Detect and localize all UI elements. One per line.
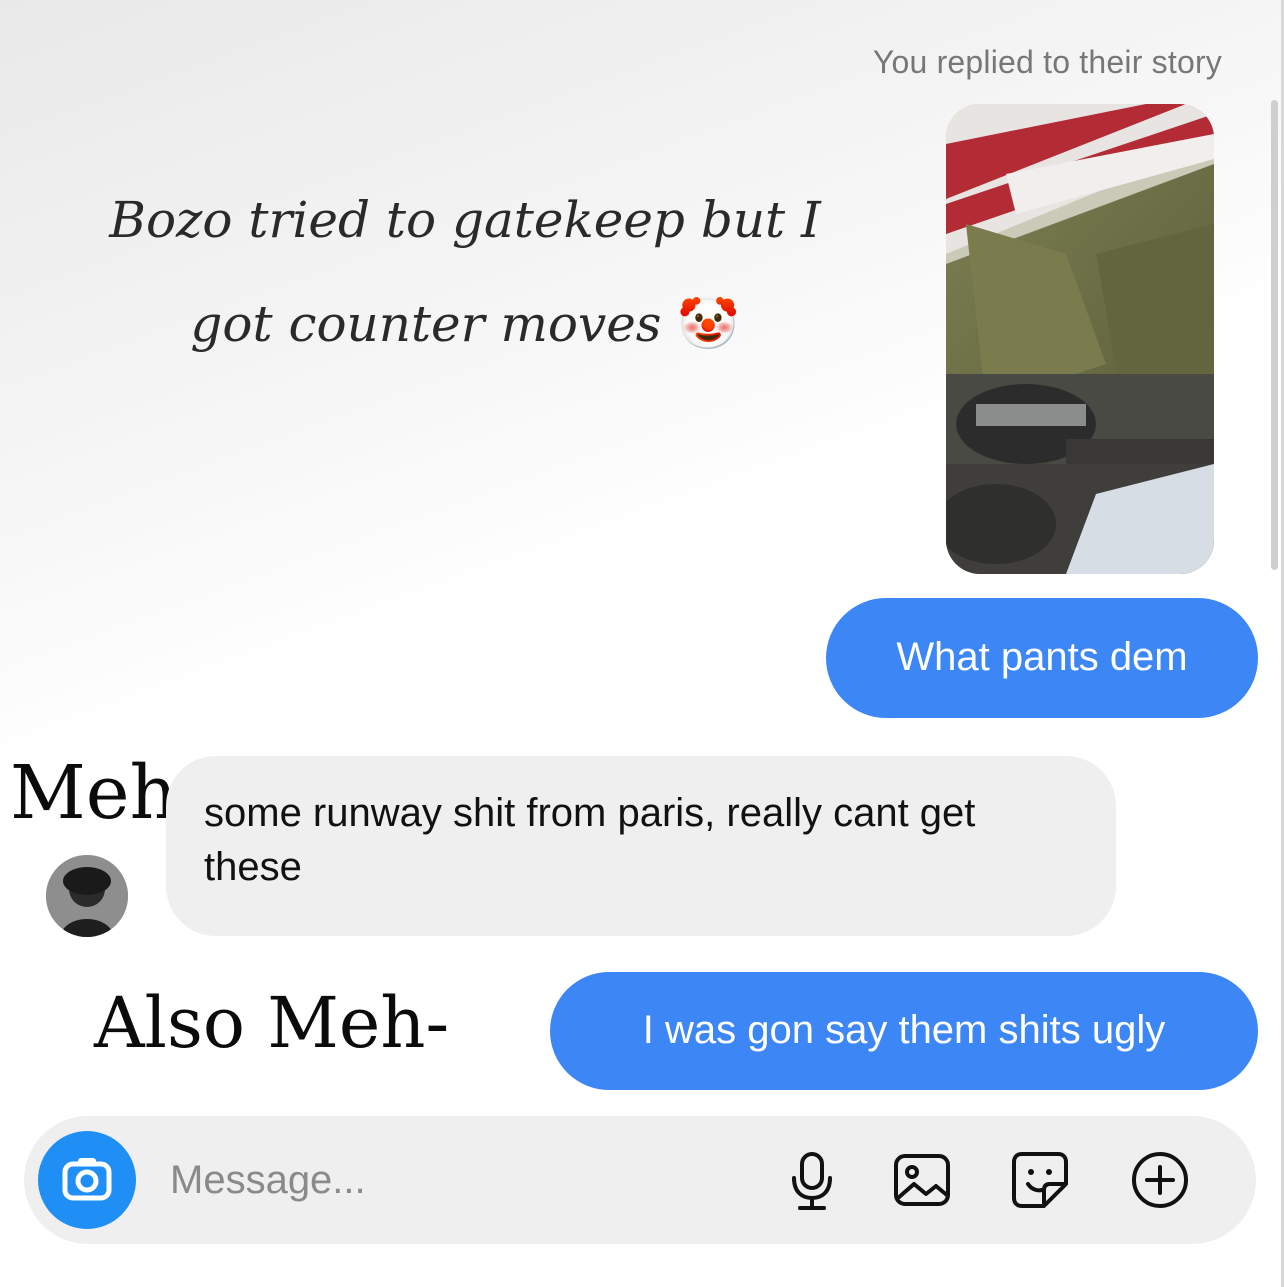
gallery-icon[interactable] [890,1148,954,1212]
camera-button[interactable] [38,1131,136,1229]
avatar-photo [46,855,128,937]
message-composer [24,1116,1256,1244]
clown-emoji: 🤡 [677,295,740,353]
avatar[interactable] [46,855,128,937]
sticker-icon[interactable] [1008,1148,1072,1212]
meme-label-also-meh: Also Meh- [94,982,450,1064]
sent-message-bubble[interactable]: What pants dem [826,598,1258,718]
dm-thread-screen: You replied to their story Bozo tried to… [0,0,1284,1287]
plus-icon[interactable] [1128,1148,1192,1212]
story-overlay-line-1: Bozo tried to gatekeep but I [109,191,821,249]
story-reply-caption: You replied to their story [872,44,1222,80]
received-message-bubble[interactable]: some runway shit from paris, really cant… [166,756,1116,936]
story-overlay-line-2: got counter moves [190,295,662,353]
camera-icon [62,1158,112,1201]
scrollbar[interactable] [1271,100,1278,570]
message-input[interactable] [170,1150,730,1210]
microphone-icon[interactable] [780,1148,844,1212]
sent-message-bubble[interactable]: I was gon say them shits ugly [550,972,1258,1090]
story-photo [946,104,1214,574]
story-thumbnail[interactable] [946,104,1214,574]
meme-label-meh: Meh [10,750,178,836]
story-overlay-text: Bozo tried to gatekeep but I got counter… [20,168,910,376]
